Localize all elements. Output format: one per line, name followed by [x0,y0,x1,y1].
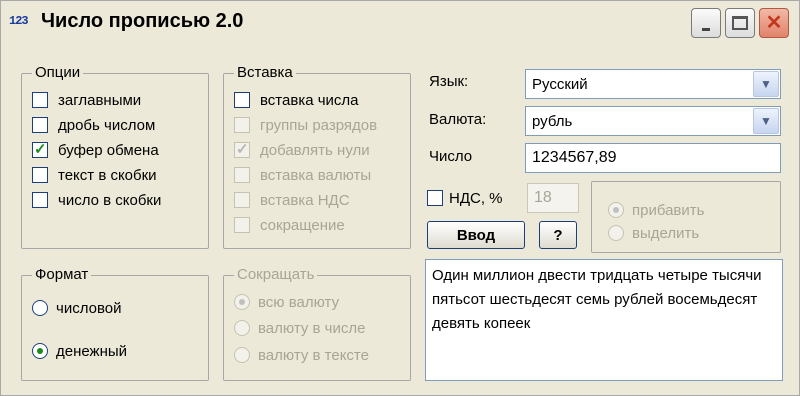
result-text[interactable]: Один миллион двести тридцать четыре тыся… [425,259,783,381]
abbrev-currency-in-text-label: валюту в тексте [258,346,369,364]
enter-button[interactable]: Ввод [427,221,525,249]
currency-select[interactable]: рубль ▼ [525,106,781,136]
chevron-down-icon[interactable]: ▼ [753,108,779,134]
language-select[interactable]: Русский ▼ [525,69,781,99]
abbrev-currency-in-text[interactable]: валюту в тексте [234,345,369,365]
abbrev-currency-in-number-label: валюту в числе [258,319,366,337]
vat-toggle[interactable]: НДС, % [427,188,503,208]
insert-number-label: вставка числа [260,91,359,109]
option-text-in-brackets-checkbox[interactable] [32,167,48,183]
help-button[interactable]: ? [539,221,577,249]
minimize-button[interactable] [691,8,721,38]
insert-add-zeros[interactable]: добавлять нули [234,140,370,160]
insert-vat[interactable]: вставка НДС [234,190,350,210]
app-icon: 123 [9,14,29,28]
format-numeric[interactable]: числовой [32,298,121,318]
minimize-icon [702,27,710,31]
abbrev-group: Сокращать всю валюту валюту в числе валю… [223,266,411,381]
option-uppercase-checkbox[interactable] [32,92,48,108]
option-number-in-brackets-checkbox[interactable] [32,192,48,208]
currency-label: Валюта: [429,111,487,128]
insert-add-zeros-checkbox[interactable] [234,140,250,158]
option-fraction-number-label: дробь числом [58,116,156,134]
vat-add-radio[interactable] [608,202,624,218]
window-title: Число прописью 2.0 [41,10,244,32]
insert-add-zeros-label: добавлять нули [260,141,370,159]
options-group: Опции заглавными дробь числом буфер обме… [21,64,209,249]
insert-currency-checkbox[interactable] [234,167,250,183]
insert-vat-label: вставка НДС [260,191,350,209]
insert-abbreviation-label: сокращение [260,216,345,234]
close-icon: ✕ [765,12,783,34]
vat-checkbox[interactable] [427,190,443,206]
vat-extract-radio[interactable] [608,225,624,241]
insert-abbreviation-checkbox[interactable] [234,217,250,233]
language-value: Русский [532,75,588,93]
insert-abbreviation[interactable]: сокращение [234,215,345,235]
insert-digit-groups[interactable]: группы разрядов [234,115,377,135]
insert-digit-groups-label: группы разрядов [260,116,378,134]
format-monetary-label: денежный [56,342,128,360]
number-input[interactable]: 1234567,89 [525,143,781,173]
vat-mode-group: прибавить выделить [591,181,781,253]
format-monetary-radio[interactable] [32,343,48,359]
vat-extract[interactable]: выделить [608,223,699,243]
language-label: Язык: [429,73,469,90]
insert-group-title: Вставка [234,64,296,81]
abbrev-all-currency[interactable]: всю валюту [234,292,339,312]
insert-number[interactable]: вставка числа [234,90,359,110]
insert-digit-groups-checkbox[interactable] [234,117,250,133]
option-fraction-number[interactable]: дробь числом [32,115,155,135]
option-text-in-brackets-label: текст в скобки [58,166,157,184]
format-group-title: Формат [32,266,92,283]
abbrev-all-currency-radio[interactable] [234,294,250,310]
option-text-in-brackets[interactable]: текст в скобки [32,165,157,185]
option-number-in-brackets[interactable]: число в скобки [32,190,161,210]
vat-extract-label: выделить [632,224,700,242]
chevron-down-icon[interactable]: ▼ [753,71,779,97]
currency-value: рубль [532,112,573,130]
format-group: Формат числовой денежный [21,266,209,381]
option-fraction-number-checkbox[interactable] [32,117,48,133]
vat-label: НДС, % [449,189,503,207]
vat-rate-input[interactable]: 18 [527,183,579,213]
insert-vat-checkbox[interactable] [234,192,250,208]
maximize-icon [732,16,748,30]
title-bar[interactable]: 123 Число прописью 2.0 ✕ [1,1,799,43]
option-clipboard-label: буфер обмена [58,141,159,159]
abbrev-group-title: Сокращать [234,266,318,283]
abbrev-currency-in-number[interactable]: валюту в числе [234,318,365,338]
options-group-title: Опции [32,64,84,81]
option-uppercase[interactable]: заглавными [32,90,141,110]
vat-add[interactable]: прибавить [608,200,704,220]
option-number-in-brackets-label: число в скобки [58,191,162,209]
insert-currency[interactable]: вставка валюты [234,165,371,185]
main-window: 123 Число прописью 2.0 ✕ Опции заглавным… [0,0,800,396]
abbrev-currency-in-number-radio[interactable] [234,320,250,336]
insert-number-checkbox[interactable] [234,92,250,108]
format-numeric-radio[interactable] [32,300,48,316]
number-label: Число [429,148,473,165]
format-monetary[interactable]: денежный [32,341,127,361]
vat-add-label: прибавить [632,201,705,219]
insert-currency-label: вставка валюты [260,166,372,184]
abbrev-currency-in-text-radio[interactable] [234,347,250,363]
insert-group: Вставка вставка числа группы разрядов до… [223,64,411,249]
option-clipboard[interactable]: буфер обмена [32,140,159,160]
option-uppercase-label: заглавными [58,91,142,109]
abbrev-all-currency-label: всю валюту [258,293,340,311]
option-clipboard-checkbox[interactable] [32,140,48,158]
close-button[interactable]: ✕ [759,8,789,38]
format-numeric-label: числовой [56,299,122,317]
maximize-button[interactable] [725,8,755,38]
